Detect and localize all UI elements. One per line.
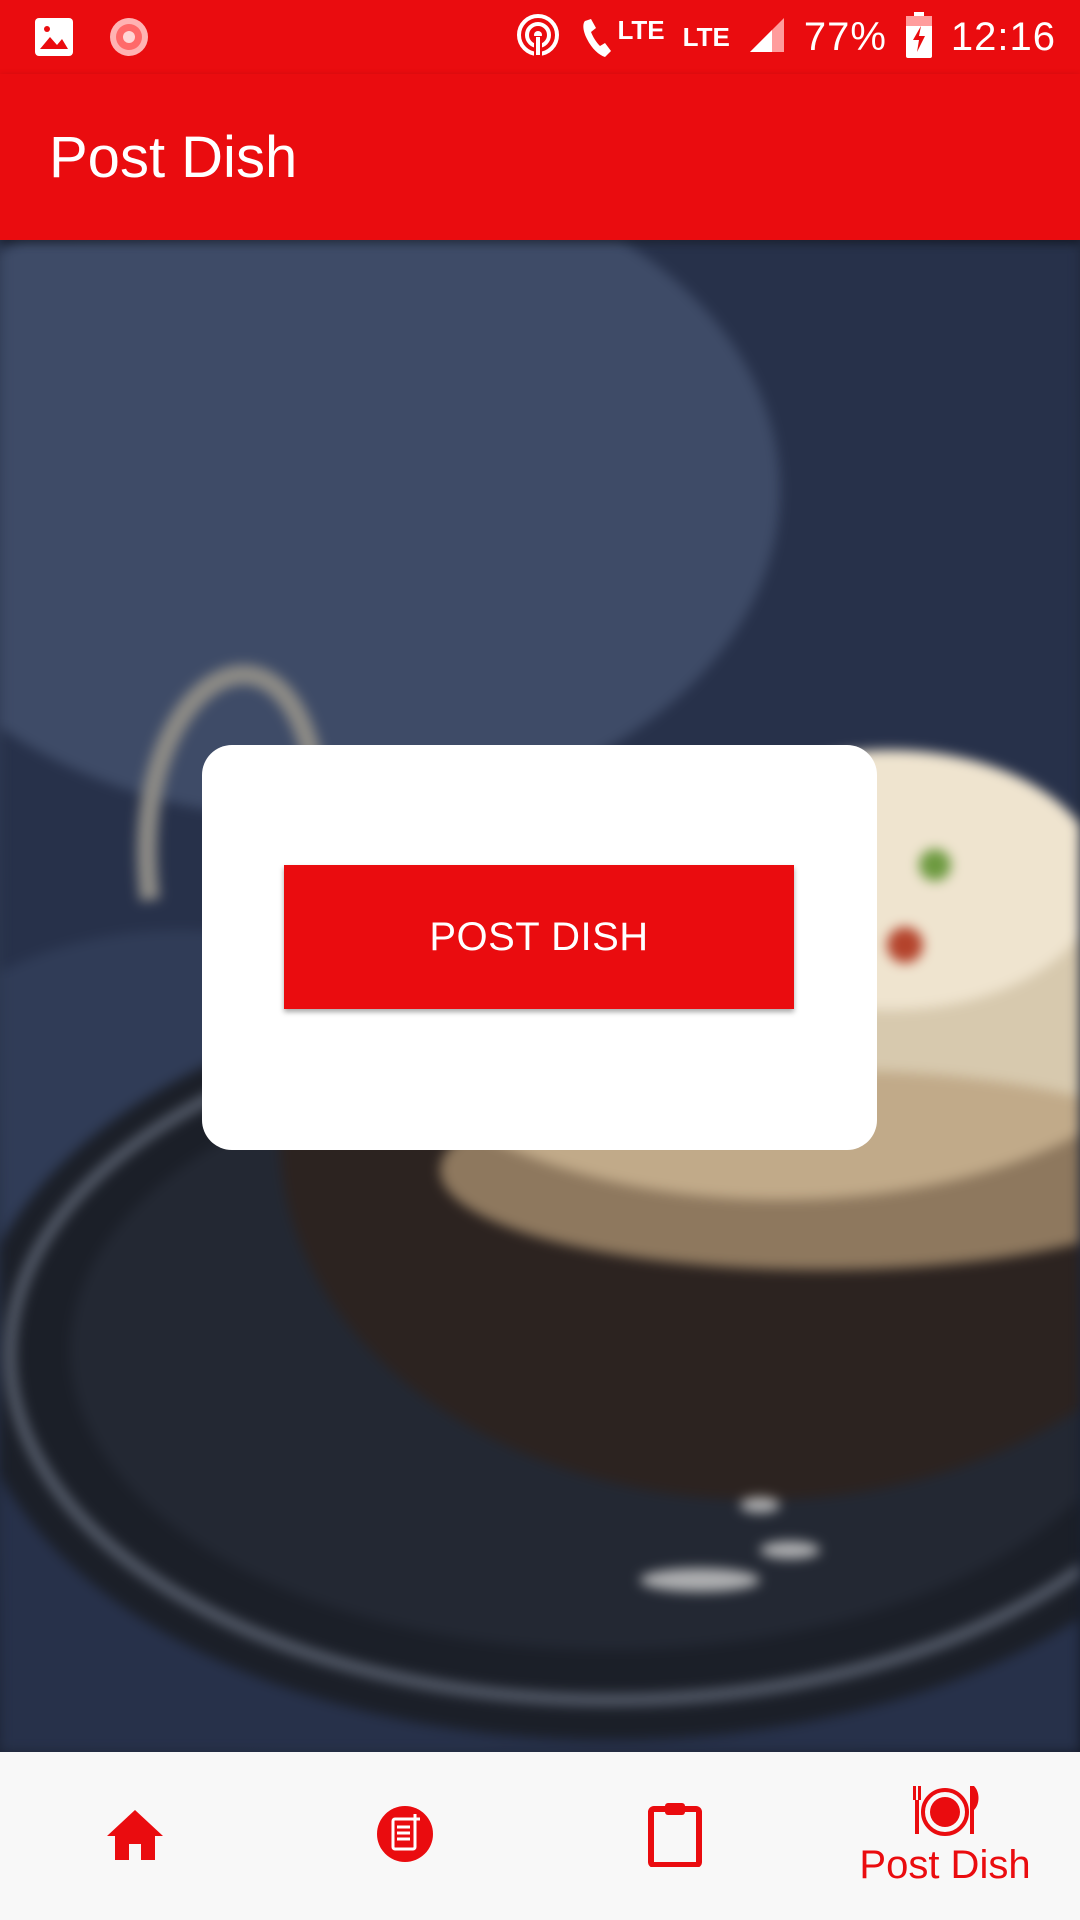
page-title: Post Dish xyxy=(49,125,298,190)
post-dish-card: POST DISH xyxy=(202,745,877,1150)
lte-label-1: LTE xyxy=(617,15,665,45)
nav-item-add-menu[interactable] xyxy=(270,1752,540,1920)
app-toolbar: Post Dish xyxy=(0,74,1080,240)
hotspot-icon xyxy=(515,12,561,63)
gallery-notification-icon xyxy=(34,17,74,62)
menu-add-icon xyxy=(376,1805,434,1868)
dish-icon xyxy=(908,1784,982,1841)
battery-percent: 77% xyxy=(803,14,887,59)
bottom-navigation: Post Dish xyxy=(0,1752,1080,1920)
clock: 12:16 xyxy=(950,14,1056,59)
home-icon xyxy=(105,1806,165,1867)
nav-label-post-dish: Post Dish xyxy=(859,1843,1031,1887)
battery-charging-icon xyxy=(905,11,933,63)
signal-icon xyxy=(748,16,786,59)
lte-label-2: LTE xyxy=(682,21,730,52)
clipboard-icon xyxy=(647,1801,703,1872)
nav-item-post-dish[interactable]: Post Dish xyxy=(810,1752,1080,1920)
app-notification-icon xyxy=(108,16,150,63)
nav-item-orders[interactable] xyxy=(540,1752,810,1920)
content-area: POST DISH xyxy=(0,240,1080,1752)
nav-item-home[interactable] xyxy=(0,1752,270,1920)
post-dish-button[interactable]: POST DISH xyxy=(284,865,794,1009)
status-bar: LTE LTE 77% 12:16 xyxy=(0,0,1080,74)
volte-call-icon: LTE xyxy=(579,15,665,59)
